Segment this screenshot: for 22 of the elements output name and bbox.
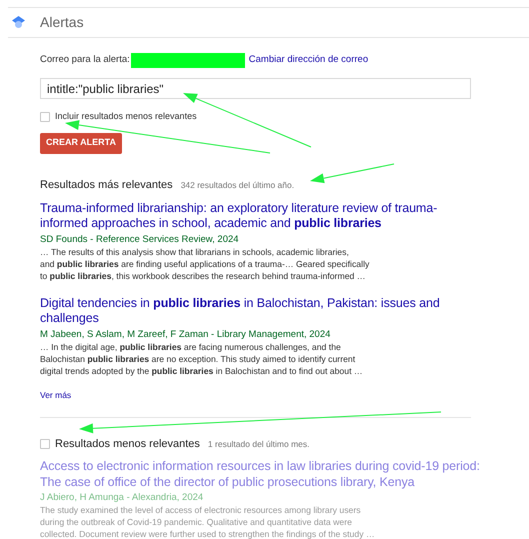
- result-snippet: … The results of this analysis show that librarians in schools, academic libraries, and public libraries are finding useful applications of a trauma-… Geared specifically to public libraries, this workbook describes the research behind trauma-informed …: [40, 246, 370, 282]
- result-snippet: The study examined the level of access of electronic resources among library users during the outbreak of Covid-19 pandemic. Qualitative and quantitative data were collected. Document review were further used to strengthen the findings of the study …: [40, 504, 376, 539]
- result-count: 1 resultado del último mes.: [208, 438, 310, 451]
- result-source: SD Founds - Reference Services Review, 2024: [40, 232, 240, 246]
- result-title-link[interactable]: Digital tendencies in public libraries in Balochistan, Pakistan: issues and challenges: [40, 296, 480, 326]
- change-email-link[interactable]: Cambiar dirección de correo: [248, 52, 368, 68]
- result-source: J Abiero, H Amunga - Alexandria, 2024: [40, 491, 204, 504]
- section-title: Resultados más relevantes: [40, 178, 173, 194]
- create-alert-button[interactable]: CREAR ALERTA: [40, 132, 122, 154]
- query-field[interactable]: intitle:"public libraries": [40, 78, 471, 99]
- email-label: Correo para la alerta:: [40, 52, 130, 67]
- checkbox-label: Incluir resultados menos relevantes: [55, 110, 197, 123]
- result-source: M Jabeen, S Aslam, M Zareef, F Zaman - Library Management, 2024: [40, 328, 332, 340]
- scholar-logo-icon: [12, 16, 25, 29]
- see-more-link[interactable]: Ver más: [40, 388, 529, 402]
- section-title: Resultados menos relevantes: [55, 437, 200, 452]
- result-snippet: … In the digital age, public libraries are facing numerous challenges, and the Balochistan public libraries are no exception. This study aimed to identify current digital trends adopted by the public libraries in Balochistan and to find out about …: [40, 340, 364, 376]
- checkbox[interactable]: [40, 439, 50, 450]
- result-title-link[interactable]: Trauma-informed librarianship: an exploratory literature review of trauma-informed approaches in school, academic and public libraries: [40, 200, 480, 232]
- checkbox[interactable]: [40, 112, 50, 122]
- result-count: 342 resultados del último año.: [180, 179, 294, 192]
- page-title: Alertas: [40, 13, 84, 32]
